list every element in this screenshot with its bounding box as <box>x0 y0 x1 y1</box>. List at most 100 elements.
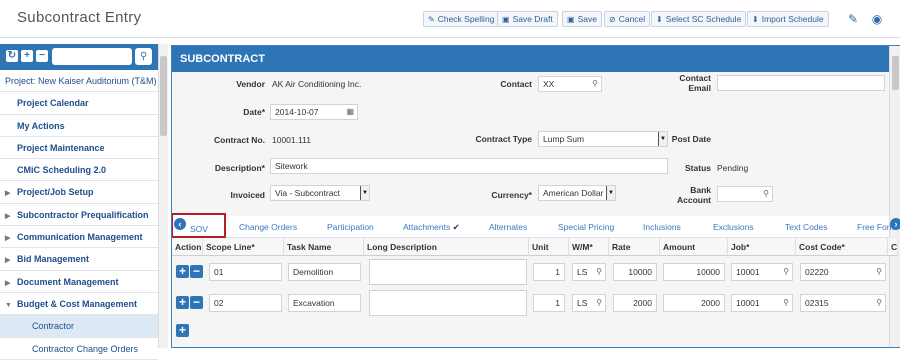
sidebar-scrollbar[interactable] <box>158 44 168 348</box>
search-icon[interactable]: ⚲ <box>596 295 602 311</box>
user-icon[interactable]: ◉ <box>869 11 885 27</box>
long-description-input[interactable] <box>369 259 527 285</box>
tab-alternates[interactable]: Alternates <box>489 222 527 232</box>
sidebar-item-bid-management[interactable]: ▶ Bid Management <box>0 248 158 271</box>
currency-label: Currency* <box>491 190 532 200</box>
tab-inclusions[interactable]: Inclusions <box>643 222 681 232</box>
col-header-unit[interactable]: Unit <box>529 238 569 256</box>
col-header-job[interactable]: Job* <box>728 238 796 256</box>
amount-input[interactable]: 10000 <box>663 263 725 281</box>
search-icon[interactable]: ⚲ <box>135 48 152 65</box>
job-input[interactable]: 10001 ⚲ <box>731 294 793 312</box>
scope-line-input[interactable]: 02 <box>209 294 282 312</box>
cost-code-input[interactable]: 02315 ⚲ <box>800 294 886 312</box>
contract-type-select[interactable]: Lump Sum ▼ <box>538 131 668 147</box>
invoiced-select[interactable]: Via - Subcontract ▼ <box>270 185 370 201</box>
col-header-wm[interactable]: W/M* <box>569 238 609 256</box>
tab-sov[interactable]: SOV <box>190 224 208 234</box>
add-row-icon[interactable]: + <box>176 265 189 278</box>
col-header-scope-line: Scope Line* <box>203 238 284 256</box>
tab-attachments[interactable]: Attachments ✔ <box>403 222 460 233</box>
select-sc-schedule-button[interactable]: ⬇ Select SC Schedule <box>651 11 747 27</box>
cost-code-input[interactable]: 02220 ⚲ <box>800 263 886 281</box>
sidebar-item-contractor[interactable]: Contractor <box>0 315 158 338</box>
main-panel: SUBCONTRACT Vendor AK Air Conditioning I… <box>171 45 900 348</box>
sidebar-project[interactable]: Project: New Kaiser Auditorium (T&M) (10 <box>0 70 158 93</box>
col-header-action: Action <box>172 238 203 256</box>
sidebar-item-budget-cost-management[interactable]: ▼ Budget & Cost Management <box>0 293 158 316</box>
sidebar-item-cmic-scheduling[interactable]: CMiC Scheduling 2.0 <box>0 159 158 182</box>
search-icon[interactable]: ⚲ <box>763 187 769 201</box>
sidebar-item-document-management[interactable]: ▶ Document Management <box>0 271 158 293</box>
download-icon: ⬇ <box>656 15 663 24</box>
remove-row-icon[interactable]: − <box>190 265 203 278</box>
search-icon[interactable]: ⚲ <box>876 295 882 311</box>
remove-row-icon[interactable]: − <box>190 296 203 309</box>
bank-account-input[interactable]: ⚲ <box>717 186 773 202</box>
tab-exclusions[interactable]: Exclusions <box>713 222 754 232</box>
vendor-label: Vendor <box>236 79 265 89</box>
check-icon: ✔ <box>452 222 460 232</box>
dropdown-icon[interactable]: ▼ <box>606 186 615 200</box>
sidebar-item-my-actions[interactable]: My Actions <box>0 115 158 137</box>
rate-input[interactable]: 10000 <box>613 263 657 281</box>
chevron-left-icon[interactable]: ‹ <box>174 218 186 230</box>
search-icon[interactable]: ⚲ <box>783 264 789 280</box>
expand-icon[interactable]: + <box>21 50 33 62</box>
long-description-input[interactable] <box>369 290 527 316</box>
caret-right-icon: ▶ <box>5 279 11 287</box>
import-schedule-button[interactable]: ⬇ Import Schedule <box>747 11 829 27</box>
task-name-input[interactable]: Demolition <box>288 263 361 281</box>
wm-input[interactable]: LS ⚲ <box>572 263 606 281</box>
col-header-amount[interactable]: Amount <box>660 238 728 256</box>
sidebar-item-communication-management[interactable]: ▶ Communication Management <box>0 226 158 249</box>
task-name-input[interactable]: Excavation <box>288 294 361 312</box>
description-input[interactable]: Sitework <box>270 158 668 174</box>
wm-input[interactable]: LS ⚲ <box>572 294 606 312</box>
add-row-icon[interactable]: + <box>176 324 189 337</box>
search-icon[interactable]: ⚲ <box>876 264 882 280</box>
save-icon: ▣ <box>567 15 575 24</box>
chevron-right-icon[interactable]: › <box>890 218 900 230</box>
scope-line-input[interactable]: 01 <box>209 263 282 281</box>
cancel-button[interactable]: ⊘ Cancel <box>604 11 651 27</box>
unit-input[interactable]: 1 <box>533 294 565 312</box>
save-button[interactable]: ▣ Save <box>562 11 602 27</box>
sidebar-item-project-job-setup[interactable]: ▶ Project/Job Setup <box>0 181 158 204</box>
col-header-cost-code[interactable]: Cost Code* <box>796 238 888 256</box>
contact-email-input[interactable] <box>717 75 885 91</box>
tab-change-orders[interactable]: Change Orders <box>239 222 297 232</box>
search-icon[interactable]: ⚲ <box>592 77 598 91</box>
tab-special-pricing[interactable]: Special Pricing <box>558 222 614 232</box>
tab-participation[interactable]: Participation <box>327 222 374 232</box>
add-row-icon[interactable]: + <box>176 296 189 309</box>
currency-select[interactable]: American Dollar ▼ <box>538 185 616 201</box>
search-icon[interactable]: ⚲ <box>783 295 789 311</box>
import-icon: ⬇ <box>752 15 759 24</box>
amount-input[interactable]: 2000 <box>663 294 725 312</box>
edit-icon[interactable]: ✎ <box>845 11 861 27</box>
sidebar-item-subcontractor-prequalification[interactable]: ▶ Subcontractor Prequalification <box>0 204 158 227</box>
rate-input[interactable]: 2000 <box>613 294 657 312</box>
col-header-long-description[interactable]: Long Description <box>364 238 529 256</box>
save-draft-button[interactable]: ▣ Save Draft <box>497 11 558 27</box>
sidebar-item-contractor-change-orders[interactable]: Contractor Change Orders <box>0 338 158 360</box>
date-input[interactable]: 2014-10-07 ▦ <box>270 104 358 120</box>
col-header-task-name[interactable]: Task Name <box>284 238 364 256</box>
description-label: Description* <box>214 163 265 173</box>
check-spelling-button[interactable]: ✎ Check Spelling <box>423 11 500 27</box>
col-header-rate[interactable]: Rate <box>609 238 660 256</box>
sidebar-item-project-maintenance[interactable]: Project Maintenance <box>0 137 158 160</box>
job-input[interactable]: 10001 ⚲ <box>731 263 793 281</box>
contact-input[interactable]: XX ⚲ <box>538 76 602 92</box>
dropdown-icon[interactable]: ▼ <box>360 186 369 200</box>
main-scrollbar[interactable] <box>889 46 900 347</box>
tab-text-codes[interactable]: Text Codes <box>785 222 828 232</box>
calendar-icon[interactable]: ▦ <box>346 105 354 119</box>
collapse-icon[interactable]: − <box>36 50 48 62</box>
sidebar-search-input[interactable] <box>52 48 132 65</box>
refresh-icon[interactable]: ↻ <box>6 50 18 62</box>
sidebar-item-project-calendar[interactable]: Project Calendar <box>0 92 158 115</box>
unit-input[interactable]: 1 <box>533 263 565 281</box>
search-icon[interactable]: ⚲ <box>596 264 602 280</box>
